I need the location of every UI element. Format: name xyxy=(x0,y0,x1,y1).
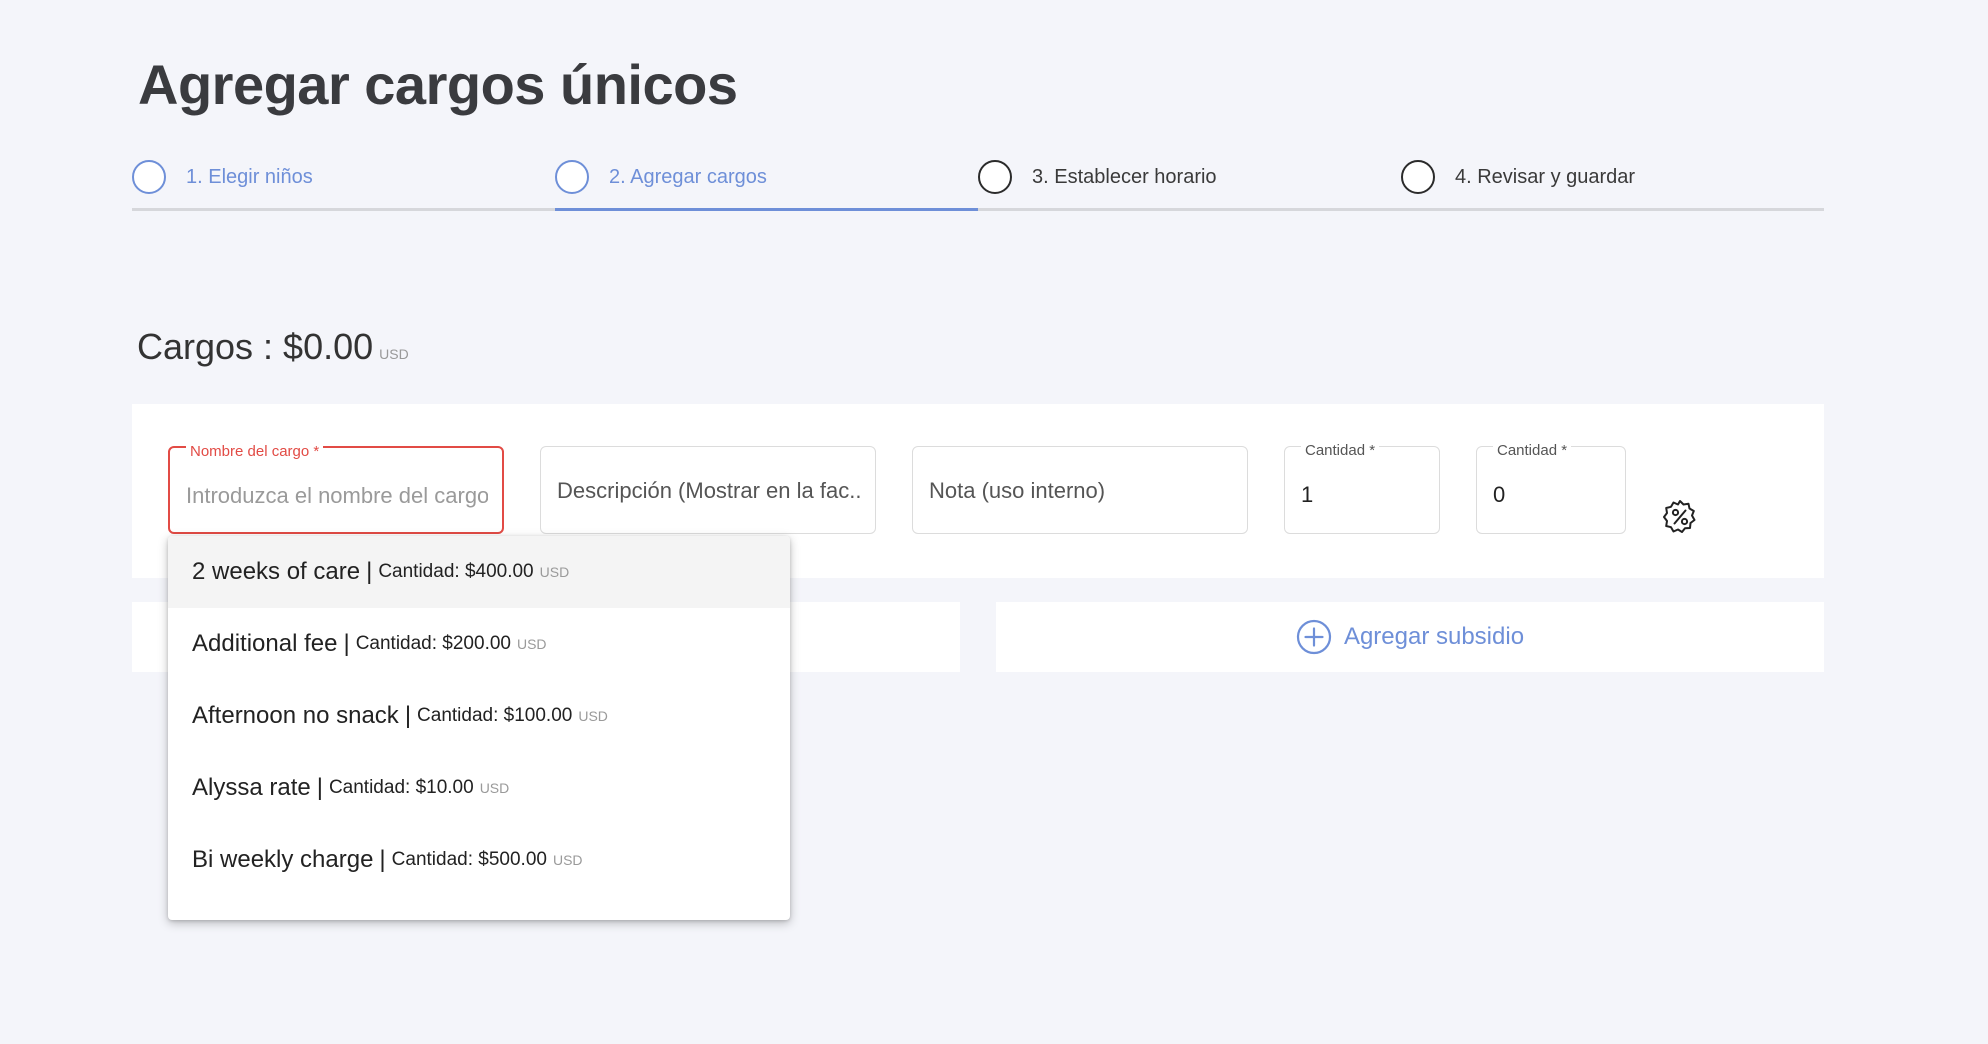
option-separator: | xyxy=(379,846,386,873)
description-input[interactable] xyxy=(557,471,861,511)
option-currency: USD xyxy=(539,564,570,580)
option-amount: Cantidad: $10.00 xyxy=(328,777,474,798)
quantity-label: Cantidad * xyxy=(1301,442,1380,459)
dropdown-option[interactable]: Alyssa rate | Cantidad: $10.00 USD xyxy=(168,752,790,824)
option-name: 2 weeks of care xyxy=(192,558,361,585)
charge-name-label: Nombre del cargo * xyxy=(186,443,324,460)
dropdown-option[interactable]: Bi weekly charge | Cantidad: $500.00 USD xyxy=(168,824,790,896)
amount-input[interactable] xyxy=(1493,475,1611,515)
dropdown-option[interactable]: 2 weeks of care | Cantidad: $400.00 USD xyxy=(168,536,790,608)
charge-name-field[interactable]: Nombre del cargo * xyxy=(168,443,504,534)
option-currency: USD xyxy=(516,636,547,652)
charges-total: Cargos : $0.00 USD xyxy=(137,326,409,368)
option-name: Afternoon no snack xyxy=(192,702,399,729)
stepper: 1. Elegir niños 2. Agregar cargos 3. Est… xyxy=(132,146,1824,211)
charge-name-input[interactable] xyxy=(186,476,488,516)
option-separator: | xyxy=(366,558,373,585)
option-amount: Cantidad: $500.00 xyxy=(391,849,547,870)
dropdown-option[interactable]: Afternoon no snack | Cantidad: $100.00 USD xyxy=(168,680,790,752)
amount-label: Cantidad * xyxy=(1493,442,1572,459)
note-input[interactable] xyxy=(929,471,1233,511)
option-amount: Cantidad: $200.00 xyxy=(355,633,511,654)
step-circle-icon xyxy=(555,160,589,194)
option-name: Alyssa rate xyxy=(192,774,311,801)
charges-total-label: Cargos : $0.00 xyxy=(137,326,374,367)
add-subsidy-label: Agregar subsidio xyxy=(1343,623,1525,650)
add-subsidy-button[interactable]: Agregar subsidio xyxy=(996,602,1824,672)
active-step-indicator xyxy=(555,208,978,211)
percent-badge-icon[interactable] xyxy=(1662,499,1698,535)
option-separator: | xyxy=(316,774,323,801)
option-currency: USD xyxy=(552,852,583,868)
step-circle-icon xyxy=(1401,160,1435,194)
quantity-input[interactable] xyxy=(1301,475,1425,515)
option-separator: | xyxy=(343,630,350,657)
step-review-save[interactable]: 4. Revisar y guardar xyxy=(1401,146,1824,208)
step-label: 2. Agregar cargos xyxy=(609,165,767,188)
plus-circle-icon xyxy=(1296,619,1332,655)
option-name: Additional fee xyxy=(192,630,338,657)
step-label: 4. Revisar y guardar xyxy=(1455,165,1636,188)
dropdown-option[interactable]: Additional fee | Cantidad: $200.00 USD xyxy=(168,608,790,680)
option-amount: Cantidad: $400.00 xyxy=(378,561,534,582)
currency-code: USD xyxy=(379,346,409,362)
step-circle-icon xyxy=(132,160,166,194)
description-field[interactable] xyxy=(540,446,876,534)
option-amount: Cantidad: $100.00 xyxy=(417,705,573,726)
quantity-field[interactable]: Cantidad * xyxy=(1284,442,1440,534)
option-currency: USD xyxy=(578,708,608,724)
step-circle-icon xyxy=(978,160,1012,194)
option-name: Bi weekly charge xyxy=(192,846,374,873)
step-set-schedule[interactable]: 3. Establecer horario xyxy=(978,146,1401,208)
amount-field[interactable]: Cantidad * xyxy=(1476,442,1626,534)
note-field[interactable] xyxy=(912,446,1248,534)
page-title: Agregar cargos únicos xyxy=(138,53,738,116)
charge-suggestions-dropdown: 2 weeks of care | Cantidad: $400.00 USD Add… xyxy=(168,536,790,920)
step-label: 1. Elegir niños xyxy=(186,165,313,188)
step-choose-children[interactable]: 1. Elegir niños xyxy=(132,146,555,208)
option-currency: USD xyxy=(479,780,510,796)
step-add-charges[interactable]: 2. Agregar cargos xyxy=(555,146,978,208)
option-separator: | xyxy=(404,702,412,729)
step-label: 3. Establecer horario xyxy=(1032,165,1217,188)
